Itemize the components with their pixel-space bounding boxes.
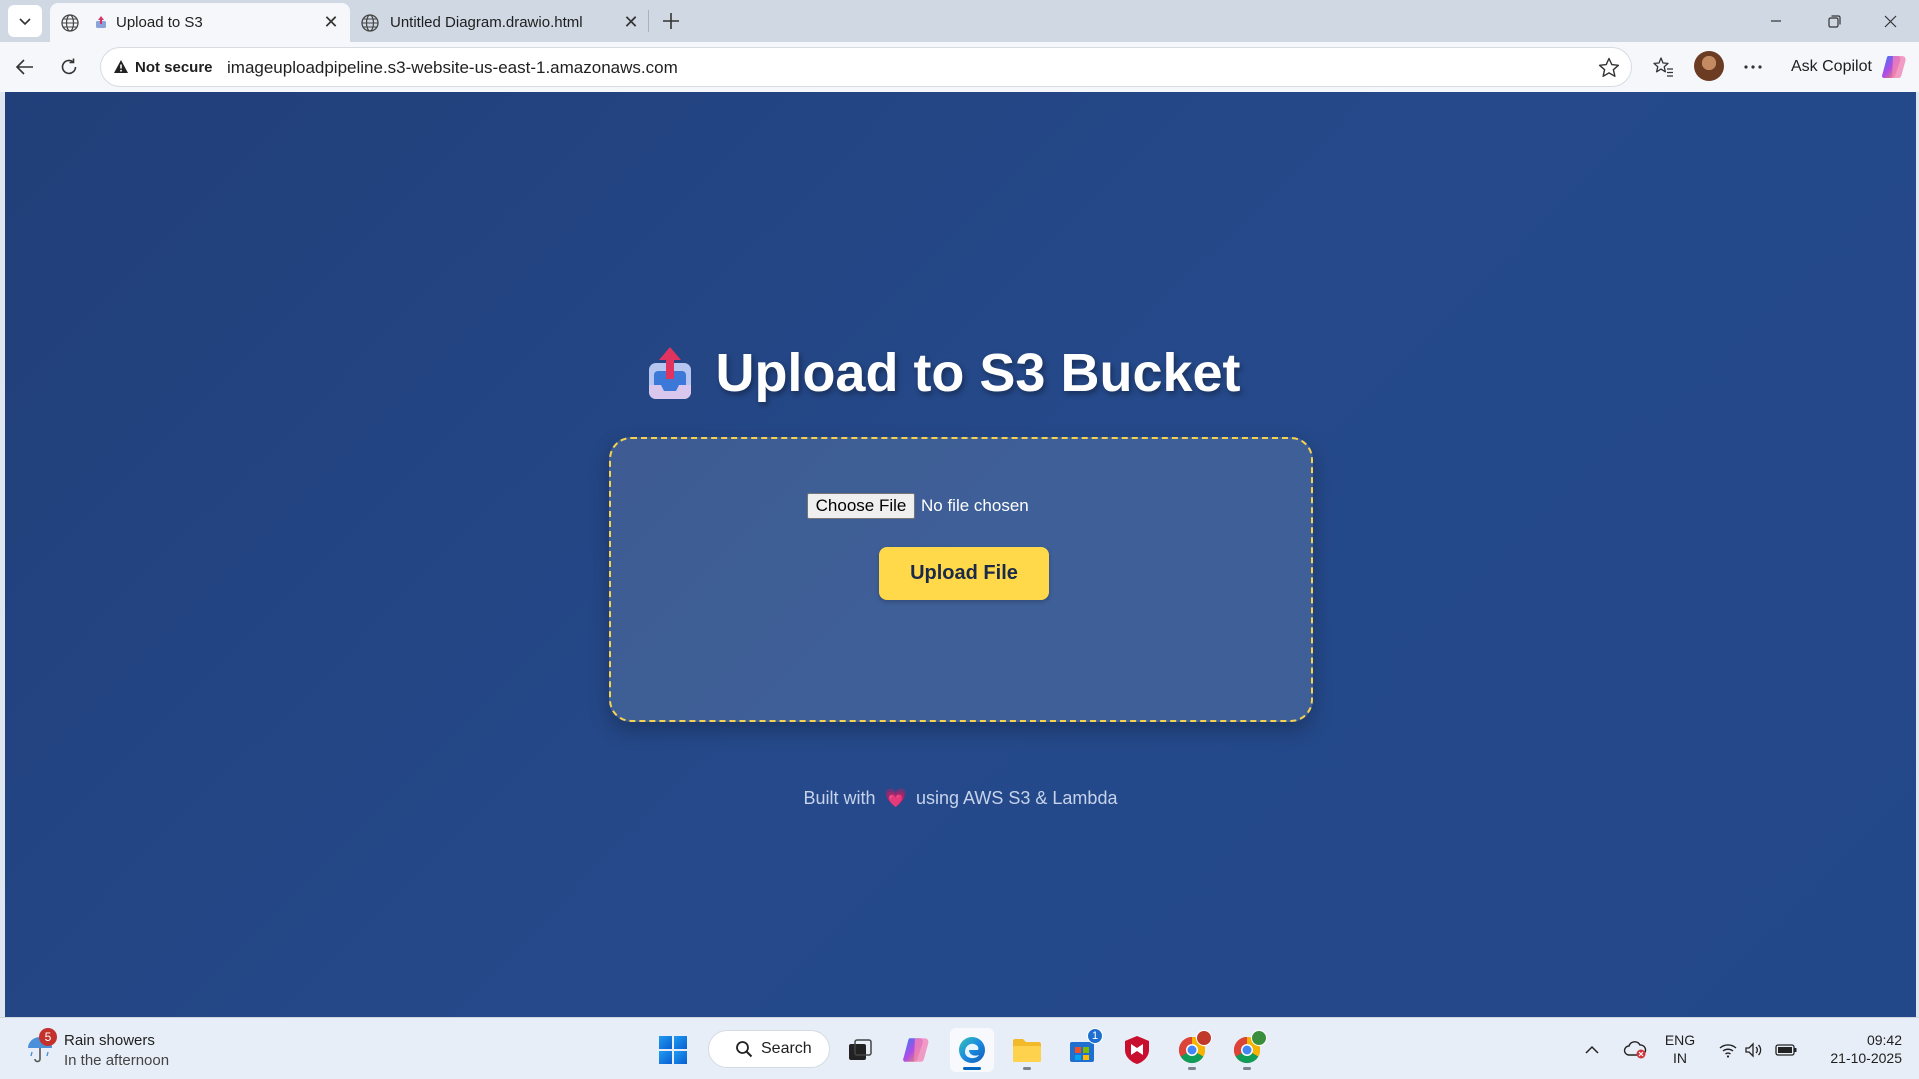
page-content: Upload to S3 Bucket Choose File No file … (5, 92, 1916, 1017)
page-header: Upload to S3 Bucket (5, 342, 1916, 404)
minimize-button[interactable] (1748, 0, 1804, 42)
wifi-icon (1719, 1044, 1737, 1058)
copilot-label: Ask Copilot (1791, 58, 1872, 75)
search-label: Search (761, 1040, 812, 1057)
minimize-icon (1771, 20, 1781, 22)
clock-date: 21-10-2025 (1830, 1050, 1902, 1066)
taskbar-file-explorer-app[interactable] (1005, 1028, 1049, 1072)
weather-subtitle: In the afternoon (64, 1052, 170, 1069)
close-window-button[interactable] (1862, 0, 1918, 42)
onedrive-status-button[interactable] (1620, 1028, 1650, 1072)
language-code: ENG (1664, 1032, 1696, 1048)
more-horizontal-icon (1744, 65, 1762, 69)
footer-suffix: using AWS S3 & Lambda (916, 788, 1118, 808)
tab-upload-to-s3[interactable]: Upload to S3 ✕ (50, 3, 350, 42)
refresh-button[interactable] (52, 50, 86, 84)
folder-icon (1013, 1039, 1041, 1062)
tab-list-button[interactable] (8, 5, 42, 37)
upload-tray-favicon-icon (96, 16, 106, 28)
weather-widget[interactable]: 5 Rain showers In the afternoon (22, 1028, 202, 1070)
speaker-icon (1745, 1042, 1762, 1058)
favorite-star-icon[interactable] (1597, 56, 1621, 80)
task-view-button[interactable] (838, 1028, 882, 1072)
page-title: Upload to S3 Bucket (715, 343, 1241, 403)
choose-file-button[interactable]: Choose File (807, 493, 915, 519)
battery-icon (1775, 1044, 1797, 1056)
language-indicator[interactable]: ENG IN (1658, 1031, 1702, 1067)
chevron-up-icon (1585, 1045, 1599, 1054)
running-indicator (1023, 1067, 1031, 1070)
favorites-button[interactable] (1646, 50, 1680, 84)
url-text[interactable]: imageuploadpipeline.s3-website-us-east-1… (227, 58, 678, 78)
profile-badge-icon (1196, 1030, 1212, 1046)
outbox-tray-icon (649, 347, 692, 399)
task-view-icon (849, 1039, 872, 1060)
tab-strip: Upload to S3 ✕ Untitled Diagram.drawio.h… (0, 0, 1919, 42)
more-options-button[interactable] (1736, 50, 1770, 84)
close-icon[interactable]: ✕ (622, 12, 640, 32)
footer-prefix: Built with (803, 788, 876, 808)
taskbar-copilot-app[interactable] (894, 1028, 938, 1072)
taskbar-mcafee-app[interactable] (1115, 1028, 1159, 1072)
clock-time: 09:42 (1866, 1032, 1902, 1048)
search-icon (736, 1041, 753, 1058)
profile-avatar[interactable] (1694, 51, 1724, 81)
taskbar-search[interactable]: Search (708, 1030, 830, 1068)
weather-title: Rain showers (64, 1032, 155, 1049)
restore-button[interactable] (1806, 0, 1862, 42)
footer-note: Built with 💗 using AWS S3 & Lambda (5, 788, 1916, 809)
store-badge: 1 (1087, 1028, 1103, 1044)
upload-card: Choose File No file chosen Upload File (609, 437, 1313, 722)
active-indicator (963, 1067, 981, 1070)
show-hidden-icons-button[interactable] (1580, 1028, 1604, 1072)
chevron-down-icon (19, 18, 31, 26)
close-icon[interactable]: ✕ (322, 12, 340, 32)
mcafee-shield-icon (1125, 1036, 1149, 1064)
copilot-icon (1882, 56, 1906, 78)
new-tab-button[interactable] (656, 6, 686, 36)
heart-icon: 💗 (884, 788, 907, 808)
tab-separator (648, 10, 649, 32)
tab-title: Upload to S3 (116, 14, 203, 31)
globe-icon (361, 14, 379, 32)
profile-badge-icon (1251, 1030, 1267, 1046)
running-indicator (1188, 1067, 1196, 1070)
back-arrow-icon (15, 59, 33, 75)
cloud-error-icon (1623, 1041, 1647, 1059)
windows-logo-icon (659, 1036, 687, 1064)
language-region: IN (1673, 1050, 1687, 1066)
security-indicator[interactable]: Not secure (135, 59, 213, 76)
file-input[interactable]: Choose File No file chosen (807, 493, 1029, 519)
network-button[interactable] (1716, 1028, 1740, 1072)
running-indicator (1243, 1067, 1251, 1070)
tab-untitled-diagram[interactable]: Untitled Diagram.drawio.html ✕ (350, 3, 650, 42)
taskbar: 5 Rain showers In the afternoon Search 1 (0, 1017, 1919, 1079)
browser-toolbar: Not secure imageuploadpipeline.s3-websit… (0, 42, 1919, 92)
favorites-icon (1653, 57, 1673, 77)
upload-file-button[interactable]: Upload File (879, 547, 1049, 600)
taskbar-store-app[interactable]: 1 (1060, 1028, 1104, 1072)
warning-triangle-icon (114, 60, 128, 73)
volume-button[interactable] (1742, 1028, 1766, 1072)
close-icon (1884, 15, 1896, 27)
weather-alert-badge: 5 (39, 1028, 57, 1046)
start-button[interactable] (651, 1028, 695, 1072)
restore-icon (1827, 14, 1841, 28)
file-status: No file chosen (921, 496, 1029, 515)
back-button[interactable] (8, 50, 42, 84)
edge-browser-icon (959, 1037, 985, 1063)
tab-title: Untitled Diagram.drawio.html (390, 14, 583, 31)
taskbar-chrome-app-1[interactable] (1170, 1028, 1214, 1072)
plus-icon (663, 13, 679, 29)
globe-icon (61, 14, 79, 32)
refresh-icon (61, 58, 77, 75)
battery-button[interactable] (1772, 1028, 1800, 1072)
ask-copilot-button[interactable]: Ask Copilot (1780, 48, 1912, 86)
taskbar-chrome-app-2[interactable] (1225, 1028, 1269, 1072)
clock[interactable]: 09:42 21-10-2025 (1808, 1031, 1902, 1067)
copilot-icon (903, 1038, 929, 1062)
taskbar-edge-app[interactable] (950, 1028, 994, 1072)
address-bar[interactable]: Not secure imageuploadpipeline.s3-websit… (100, 47, 1632, 87)
